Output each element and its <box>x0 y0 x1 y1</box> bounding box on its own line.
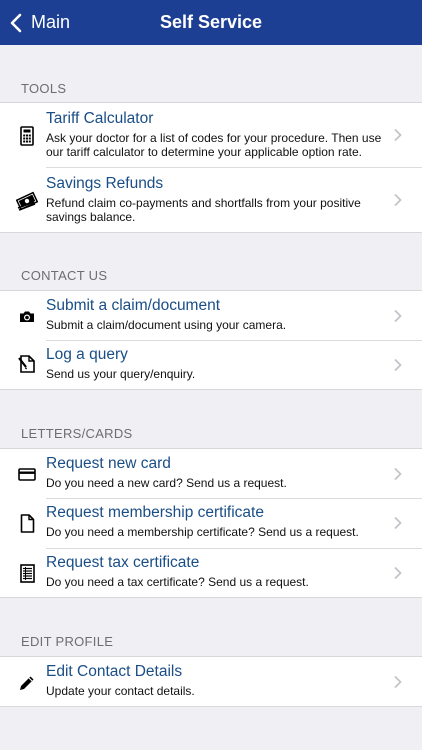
chevron-right-icon <box>393 516 402 530</box>
row-subtitle: Do you need a membership certificate? Se… <box>46 525 359 539</box>
row-title: Savings Refunds <box>46 175 164 192</box>
row-subtitle: Do you need a tax certificate? Send us a… <box>46 575 309 589</box>
edit-document-icon <box>16 353 38 375</box>
row-request-membership-certificate[interactable]: Request membership certificate Do you ne… <box>0 498 422 548</box>
money-icon <box>16 190 38 212</box>
row-subtitle: Update your contact details. <box>46 684 195 698</box>
chevron-right-icon <box>393 128 402 142</box>
row-title: Request new card <box>46 455 171 472</box>
chevron-right-icon <box>393 566 402 580</box>
row-savings-refunds[interactable]: Savings Refunds Refund claim co-payments… <box>0 167 422 232</box>
chevron-right-icon <box>393 675 402 689</box>
ledger-icon <box>16 562 38 584</box>
chevron-right-icon <box>393 467 402 481</box>
section-edit-profile: Edit Contact Details Update your contact… <box>0 656 422 707</box>
row-title: Request membership certificate <box>46 504 264 521</box>
chevron-right-icon <box>393 358 402 372</box>
row-title: Tariff Calculator <box>46 110 154 127</box>
chevron-right-icon <box>393 193 402 207</box>
section-contact-us: Submit a claim/document Submit a claim/d… <box>0 290 422 390</box>
card-icon <box>16 463 38 485</box>
pencil-icon <box>16 672 38 694</box>
row-request-tax-certificate[interactable]: Request tax certificate Do you need a ta… <box>0 548 422 597</box>
row-subtitle: Do you need a new card? Send us a reques… <box>46 476 287 490</box>
row-subtitle: Send us your query/enquiry. <box>46 367 196 381</box>
row-submit-claim[interactable]: Submit a claim/document Submit a claim/d… <box>0 291 422 340</box>
row-request-new-card[interactable]: Request new card Do you need a new card?… <box>0 449 422 498</box>
row-title: Log a query <box>46 346 128 363</box>
document-icon <box>16 512 38 534</box>
row-title: Submit a claim/document <box>46 297 221 314</box>
row-subtitle: Ask your doctor for a list of codes for … <box>46 131 382 159</box>
section-header-contact-us: CONTACT US <box>21 268 108 283</box>
row-title: Request tax certificate <box>46 554 200 571</box>
back-button[interactable]: Main <box>10 0 70 45</box>
row-subtitle: Submit a claim/document using your camer… <box>46 318 287 332</box>
section-header-tools: TOOLS <box>21 81 67 96</box>
row-tariff-calculator[interactable]: Tariff Calculator Ask your doctor for a … <box>0 103 422 167</box>
section-header-edit-profile: EDIT PROFILE <box>21 634 114 649</box>
section-header-letters-cards: LETTERS/CARDS <box>21 426 133 441</box>
section-tools: Tariff Calculator Ask your doctor for a … <box>0 102 422 233</box>
section-letters-cards: Request new card Do you need a new card?… <box>0 448 422 598</box>
chevron-right-icon <box>393 309 402 323</box>
calculator-icon <box>16 125 38 147</box>
back-button-label: Main <box>31 12 71 32</box>
camera-icon <box>16 305 38 327</box>
row-title: Edit Contact Details <box>46 663 183 680</box>
chevron-left-icon <box>10 13 22 33</box>
row-edit-contact-details[interactable]: Edit Contact Details Update your contact… <box>0 657 422 706</box>
navigation-bar: Main Self Service <box>0 0 422 45</box>
row-log-query[interactable]: Log a query Send us your query/enquiry. <box>0 340 422 389</box>
row-subtitle: Refund claim co-payments and shortfalls … <box>46 196 361 224</box>
